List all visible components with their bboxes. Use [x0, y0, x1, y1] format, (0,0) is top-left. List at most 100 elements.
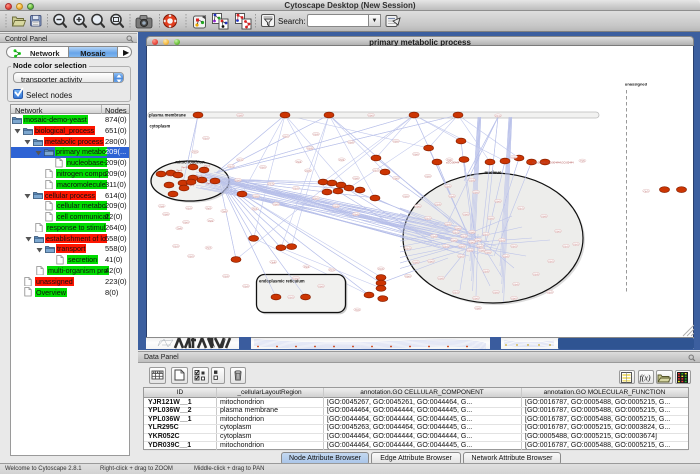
- svg-text:(Yp3): (Yp3): [483, 271, 488, 273]
- svg-text:(Yp8): (Yp8): [469, 232, 474, 234]
- svg-text:(Yp6): (Yp6): [318, 286, 323, 288]
- svg-text:(Yp2): (Yp2): [260, 167, 265, 169]
- svg-text:(Yp0): (Yp0): [469, 242, 474, 244]
- svg-text:(Ypx1): (Ypx1): [196, 176, 203, 178]
- svg-text:(Yp1): (Yp1): [483, 234, 488, 236]
- svg-text:(Yp8): (Yp8): [271, 262, 276, 264]
- svg-text:(Yp6): (Yp6): [235, 180, 240, 182]
- svg-text:(Yp1): (Yp1): [173, 246, 178, 248]
- svg-text:(Yp8): (Yp8): [163, 214, 168, 216]
- svg-text:(Yp5): (Yp5): [339, 160, 344, 162]
- svg-text:(Yp2): (Yp2): [511, 246, 516, 248]
- svg-text:(Yp0): (Yp0): [368, 115, 373, 117]
- svg-text:(Yp4): (Yp4): [243, 286, 248, 288]
- svg-text:(Yp3): (Yp3): [467, 250, 472, 252]
- svg-text:(Yp8): (Yp8): [479, 250, 484, 252]
- svg-text:xGO:00444: xGO:00444: [446, 161, 460, 165]
- svg-text:f(x): f(x): [639, 374, 650, 383]
- svg-text:(Yp8): (Yp8): [305, 171, 310, 173]
- svg-text:(Yp4): (Yp4): [252, 209, 257, 211]
- svg-text:(Yp8): (Yp8): [541, 216, 546, 218]
- svg-text:(Yp8): (Yp8): [475, 308, 480, 310]
- svg-text:(Yp7): (Yp7): [228, 166, 233, 168]
- svg-text:(Yp7): (Yp7): [206, 248, 211, 250]
- svg-text:(Ypx1): (Ypx1): [176, 170, 183, 172]
- svg-text:(Yp0): (Yp0): [428, 261, 433, 263]
- svg-text:nucleus: nucleus: [484, 170, 502, 175]
- svg-text:(Yp2): (Yp2): [288, 297, 293, 299]
- svg-text:cytoplasm: cytoplasm: [150, 124, 171, 129]
- svg-text:(Yp0): (Yp0): [475, 240, 480, 242]
- svg-text:(Yp1): (Yp1): [186, 208, 191, 210]
- svg-text:(Yp5): (Yp5): [393, 141, 398, 143]
- svg-text:(Yp7): (Yp7): [405, 248, 410, 250]
- svg-text:(Yp6): (Yp6): [455, 228, 460, 230]
- svg-text:(Yp7): (Yp7): [268, 184, 273, 186]
- svg-text:(Yp3): (Yp3): [378, 269, 383, 271]
- svg-text:(Yp3): (Yp3): [469, 180, 474, 182]
- svg-text:(Yp2): (Yp2): [573, 244, 578, 246]
- svg-text:(Yp5): (Yp5): [473, 192, 478, 194]
- svg-text:xGO:004446,GO:004444,GO:00444: xGO:004446,GO:004444,GO:00444: [532, 161, 574, 165]
- svg-text:(Yp5): (Yp5): [293, 278, 298, 280]
- svg-text:(Yp5): (Yp5): [425, 176, 430, 178]
- svg-text:(Yp0): (Yp0): [511, 298, 516, 300]
- svg-text:(Yp2): (Yp2): [355, 310, 360, 312]
- svg-text:(Yp5): (Yp5): [511, 157, 516, 159]
- svg-text:(Yp7): (Yp7): [425, 218, 430, 220]
- svg-text:(Yp7): (Yp7): [518, 208, 523, 210]
- svg-text:(Yp5): (Yp5): [493, 292, 498, 294]
- svg-text:(Yp2): (Yp2): [459, 246, 464, 248]
- svg-text:(Yp7): (Yp7): [461, 236, 466, 238]
- svg-text:(Yp4): (Yp4): [477, 246, 482, 248]
- svg-text:(Yp1): (Yp1): [203, 138, 208, 140]
- svg-text:(Yp8): (Yp8): [438, 278, 443, 280]
- svg-text:(Yp5): (Yp5): [488, 218, 493, 220]
- svg-text:(Yp5): (Yp5): [253, 196, 258, 198]
- svg-text:(Yp4): (Yp4): [513, 284, 518, 286]
- svg-text:(Yp0): (Yp0): [159, 206, 164, 208]
- svg-text:(Yp0): (Yp0): [405, 276, 410, 278]
- svg-text:(Yp2): (Yp2): [206, 208, 211, 210]
- svg-text:(Yp0): (Yp0): [393, 178, 398, 180]
- svg-text:(Yp6): (Yp6): [473, 298, 478, 300]
- svg-text:(Yp6): (Yp6): [463, 214, 468, 216]
- svg-text:(Yp8): (Yp8): [413, 262, 418, 264]
- svg-text:(Yp2): (Yp2): [188, 256, 193, 258]
- svg-text:(Yp3): (Yp3): [435, 204, 440, 206]
- svg-text:(Yp6): (Yp6): [413, 154, 418, 156]
- svg-text:(Yp5): (Yp5): [485, 252, 490, 254]
- svg-text:(Yp1): (Yp1): [443, 246, 448, 248]
- svg-text:(Yp3): (Yp3): [307, 148, 312, 150]
- svg-text:(Yp1): (Yp1): [499, 240, 504, 242]
- svg-text:(Ypx1): (Ypx1): [188, 185, 195, 187]
- svg-text:(Yp1): (Yp1): [547, 292, 552, 294]
- svg-text:(Yp2): (Yp2): [458, 256, 463, 258]
- svg-text:(Yp1): (Yp1): [329, 270, 334, 272]
- svg-text:(Yp6): (Yp6): [177, 228, 182, 230]
- svg-text:(Yp0): (Yp0): [555, 231, 560, 233]
- svg-text:(Yp1): (Yp1): [563, 246, 568, 248]
- svg-text:(Yp2): (Yp2): [283, 136, 288, 138]
- svg-text:(Yp3): (Yp3): [313, 134, 318, 136]
- svg-text:(Yp7): (Yp7): [453, 232, 458, 234]
- svg-text:(Yp4): (Yp4): [348, 142, 353, 144]
- svg-text:(Yp6): (Yp6): [451, 240, 456, 242]
- svg-text:(Yp6): (Yp6): [273, 204, 278, 206]
- svg-text:(Yp3): (Yp3): [222, 211, 227, 213]
- svg-text:(Yp6): (Yp6): [415, 206, 420, 208]
- svg-text:(Yp4): (Yp4): [449, 196, 454, 198]
- svg-text:(Yp4): (Yp4): [445, 186, 450, 188]
- svg-text:unassigned: unassigned: [625, 82, 648, 87]
- svg-text:(Yp3): (Yp3): [533, 274, 538, 276]
- svg-text:(Yp5): (Yp5): [208, 220, 213, 222]
- svg-text:(Yp7): (Yp7): [453, 292, 458, 294]
- svg-text:(Yp7): (Yp7): [644, 191, 649, 193]
- svg-text:plasma membrane: plasma membrane: [149, 113, 186, 118]
- svg-text:(Yp4): (Yp4): [431, 236, 436, 238]
- svg-text:(Yp2): (Yp2): [548, 261, 553, 263]
- svg-text:(Yp1): (Yp1): [237, 160, 242, 162]
- svg-text:(Yp6): (Yp6): [495, 201, 500, 203]
- svg-text:(Yp4): (Yp4): [353, 214, 358, 216]
- svg-text:(Yp3): (Yp3): [333, 206, 338, 208]
